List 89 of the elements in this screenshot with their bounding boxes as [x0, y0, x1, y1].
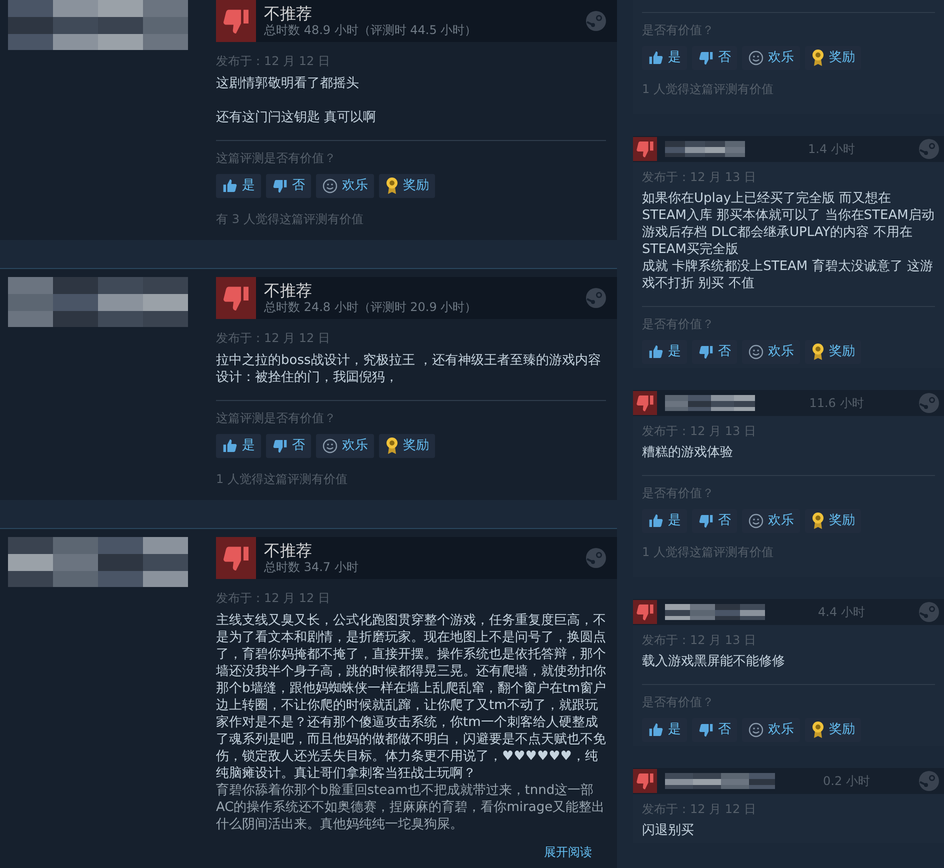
- thumbs-up-icon: [648, 344, 664, 360]
- review-text: 如果你在Uplay上已经买了完全版 而又想在STEAM入库 那买本体就可以了 当你在STEAM启动游戏后存档 DLC都会继承UPLAY的内容 不用在STEAM买完全版: [642, 190, 935, 258]
- thumbs-down-icon: [698, 344, 714, 360]
- vote-button[interactable]: 奖励: [805, 340, 861, 364]
- posted-date: 发布于：12 月 12 日: [216, 590, 331, 607]
- helpful-count: 有 3 人觉得这篇评测有价值: [216, 211, 364, 228]
- thumbs-up-icon: [648, 722, 664, 738]
- verdict-title: 不推荐: [264, 541, 313, 560]
- posted-date: 发布于：12 月 12 日: [642, 801, 757, 818]
- vote-button[interactable]: 欢乐: [742, 340, 800, 364]
- vote-button[interactable]: 否: [266, 174, 311, 198]
- helpful-prompt: 是否有价值？: [642, 316, 715, 333]
- vote-button[interactable]: 是: [642, 718, 687, 742]
- award-icon: [811, 343, 825, 361]
- review-text: 这剧情郭敬明看了都摇头: [216, 75, 360, 92]
- platform-icon: [585, 287, 607, 309]
- helpful-prompt: 这篇评测是否有价值？: [216, 150, 337, 167]
- vote-button[interactable]: 否: [692, 46, 737, 70]
- playtime-text: 总时数 34.7 小时: [264, 560, 360, 575]
- review-text: 糟糕的游戏体验: [642, 444, 734, 461]
- vote-button[interactable]: 否: [692, 340, 737, 364]
- posted-date: 发布于：12 月 12 日: [216, 330, 331, 347]
- vote-button[interactable]: 奖励: [805, 509, 861, 533]
- playtime-text: 1.4 小时: [807, 141, 856, 158]
- vote-button[interactable]: 是: [642, 340, 687, 364]
- thumbs-down-icon: [272, 178, 288, 194]
- review-text: 闪退别买: [642, 822, 695, 839]
- vote-button[interactable]: 欢乐: [742, 46, 800, 70]
- vote-button[interactable]: 奖励: [805, 46, 861, 70]
- vote-button[interactable]: 否: [266, 434, 311, 458]
- vote-button[interactable]: 是: [216, 174, 261, 198]
- posted-date: 发布于：12 月 13 日: [642, 632, 757, 649]
- helpful-prompt: 这篇评测是否有价值？: [216, 410, 337, 427]
- thumbs-down-icon: [698, 722, 714, 738]
- vote-button[interactable]: 欢乐: [742, 509, 800, 533]
- posted-date: 发布于：12 月 13 日: [642, 169, 757, 186]
- platform-icon: [585, 10, 607, 32]
- posted-date: 发布于：12 月 12 日: [216, 53, 331, 70]
- verdict-title: 不推荐: [264, 281, 313, 300]
- expand-link[interactable]: 展开阅读: [544, 843, 592, 861]
- review-text: 拉中之拉的boss战设计，究极拉王 ，还有神级王者至臻的游戏内容设计：被拴住的门，我囸倪犸，: [216, 352, 602, 386]
- smiley-icon: [748, 722, 764, 738]
- thumbs-down-icon: [698, 513, 714, 529]
- platform-icon: [585, 547, 607, 569]
- review-text: 还有这门闩这钥匙 真可以啊: [216, 109, 378, 126]
- smiley-icon: [748, 344, 764, 360]
- thumbs-down-icon: [698, 50, 714, 66]
- playtime-text: 11.6 小时: [808, 395, 865, 412]
- smiley-icon: [748, 50, 764, 66]
- review-text: 成就 卡牌系统都没上STEAM 育碧太没诚意了 这游戏不打折 别买 不值: [642, 258, 934, 292]
- thumbs-up-icon: [648, 50, 664, 66]
- thumbs-up-icon: [222, 438, 238, 454]
- vote-button[interactable]: 否: [692, 718, 737, 742]
- review-text: 主线支线又臭又长，公式化跑图贯穿整个游戏，任务重复度巨高，不是为了看文本和剧情，是折磨玩家。现在地图上不是问号了，换圆点了，育碧你妈掩都不掩了，直接开摆。操作系统也是依托答辩，那个墙还没我半个身子高，跳的时候都得晃三晃。还有爬墙，就使劲扣你那个b墙缝，跟他妈蜘蛛侠一样在墙上乱爬乱窜，翻个窗户在tm窗户边上转圈，不让你爬的时候就乱蹿，让你爬了又tm不动了，就跟玩家作对是不是？还有那个傻逼攻击系统，你tm一个刺客给人硬整成了魂系列是吧，而且他妈的做都做不明白，闪避要是不点天赋也不免伤，锁定敌人还光丢失目标。体力条更不用说了，♥♥♥♥♥♥，纯纯脑瘫设计。真让哥们拿刺客当狂战士玩啊？: [216, 612, 606, 782]
- vote-button[interactable]: 欢乐: [316, 174, 374, 198]
- playtime-text: 总时数 48.9 小时（评测时 44.5 小时）: [264, 23, 478, 38]
- vote-button[interactable]: 欢乐: [742, 718, 800, 742]
- helpful-count: 1 人觉得这篇评测有价值: [216, 471, 348, 488]
- award-icon: [811, 49, 825, 67]
- helpful-prompt: 是否有价值？: [642, 485, 715, 502]
- thumbs-up-icon: [648, 513, 664, 529]
- thumbs-down-icon: [272, 438, 288, 454]
- helpful-prompt: 是否有价值？: [642, 22, 715, 39]
- helpful-count: 1 人觉得这篇评测有价值: [642, 81, 774, 98]
- playtime-text: 4.4 小时: [817, 604, 866, 621]
- award-icon: [811, 721, 825, 739]
- vote-button[interactable]: 奖励: [805, 718, 861, 742]
- helpful-prompt: 是否有价值？: [642, 694, 715, 711]
- vote-button[interactable]: 是: [642, 46, 687, 70]
- award-icon: [385, 437, 399, 455]
- vote-button[interactable]: 否: [692, 509, 737, 533]
- helpful-count: 1 人觉得这篇评测有价值: [642, 544, 774, 561]
- review-text: 载入游戏黑屏能不能修修: [642, 653, 786, 670]
- playtime-text: 总时数 24.8 小时（评测时 20.9 小时）: [264, 300, 478, 315]
- award-icon: [385, 177, 399, 195]
- vote-button[interactable]: 奖励: [379, 174, 435, 198]
- vote-button[interactable]: 欢乐: [316, 434, 374, 458]
- thumbs-up-icon: [222, 178, 238, 194]
- vote-button[interactable]: 是: [216, 434, 261, 458]
- award-icon: [811, 512, 825, 530]
- vote-button[interactable]: 是: [642, 509, 687, 533]
- playtime-text: 0.2 小时: [822, 773, 871, 790]
- verdict-title: 不推荐: [264, 4, 313, 23]
- vote-button[interactable]: 奖励: [379, 434, 435, 458]
- smiley-icon: [748, 513, 764, 529]
- review-text: 育碧你舔着你那个b脸重回steam也不把成就带过来，tnnd这一部AC的操作系统还不如奥德赛，捏麻麻的育碧，看你mirage又能整出什么阴间活出来。真他妈纯纯一坨臭狗屎。: [216, 782, 606, 833]
- posted-date: 发布于：12 月 13 日: [642, 423, 757, 440]
- smiley-icon: [322, 178, 338, 194]
- smiley-icon: [322, 438, 338, 454]
